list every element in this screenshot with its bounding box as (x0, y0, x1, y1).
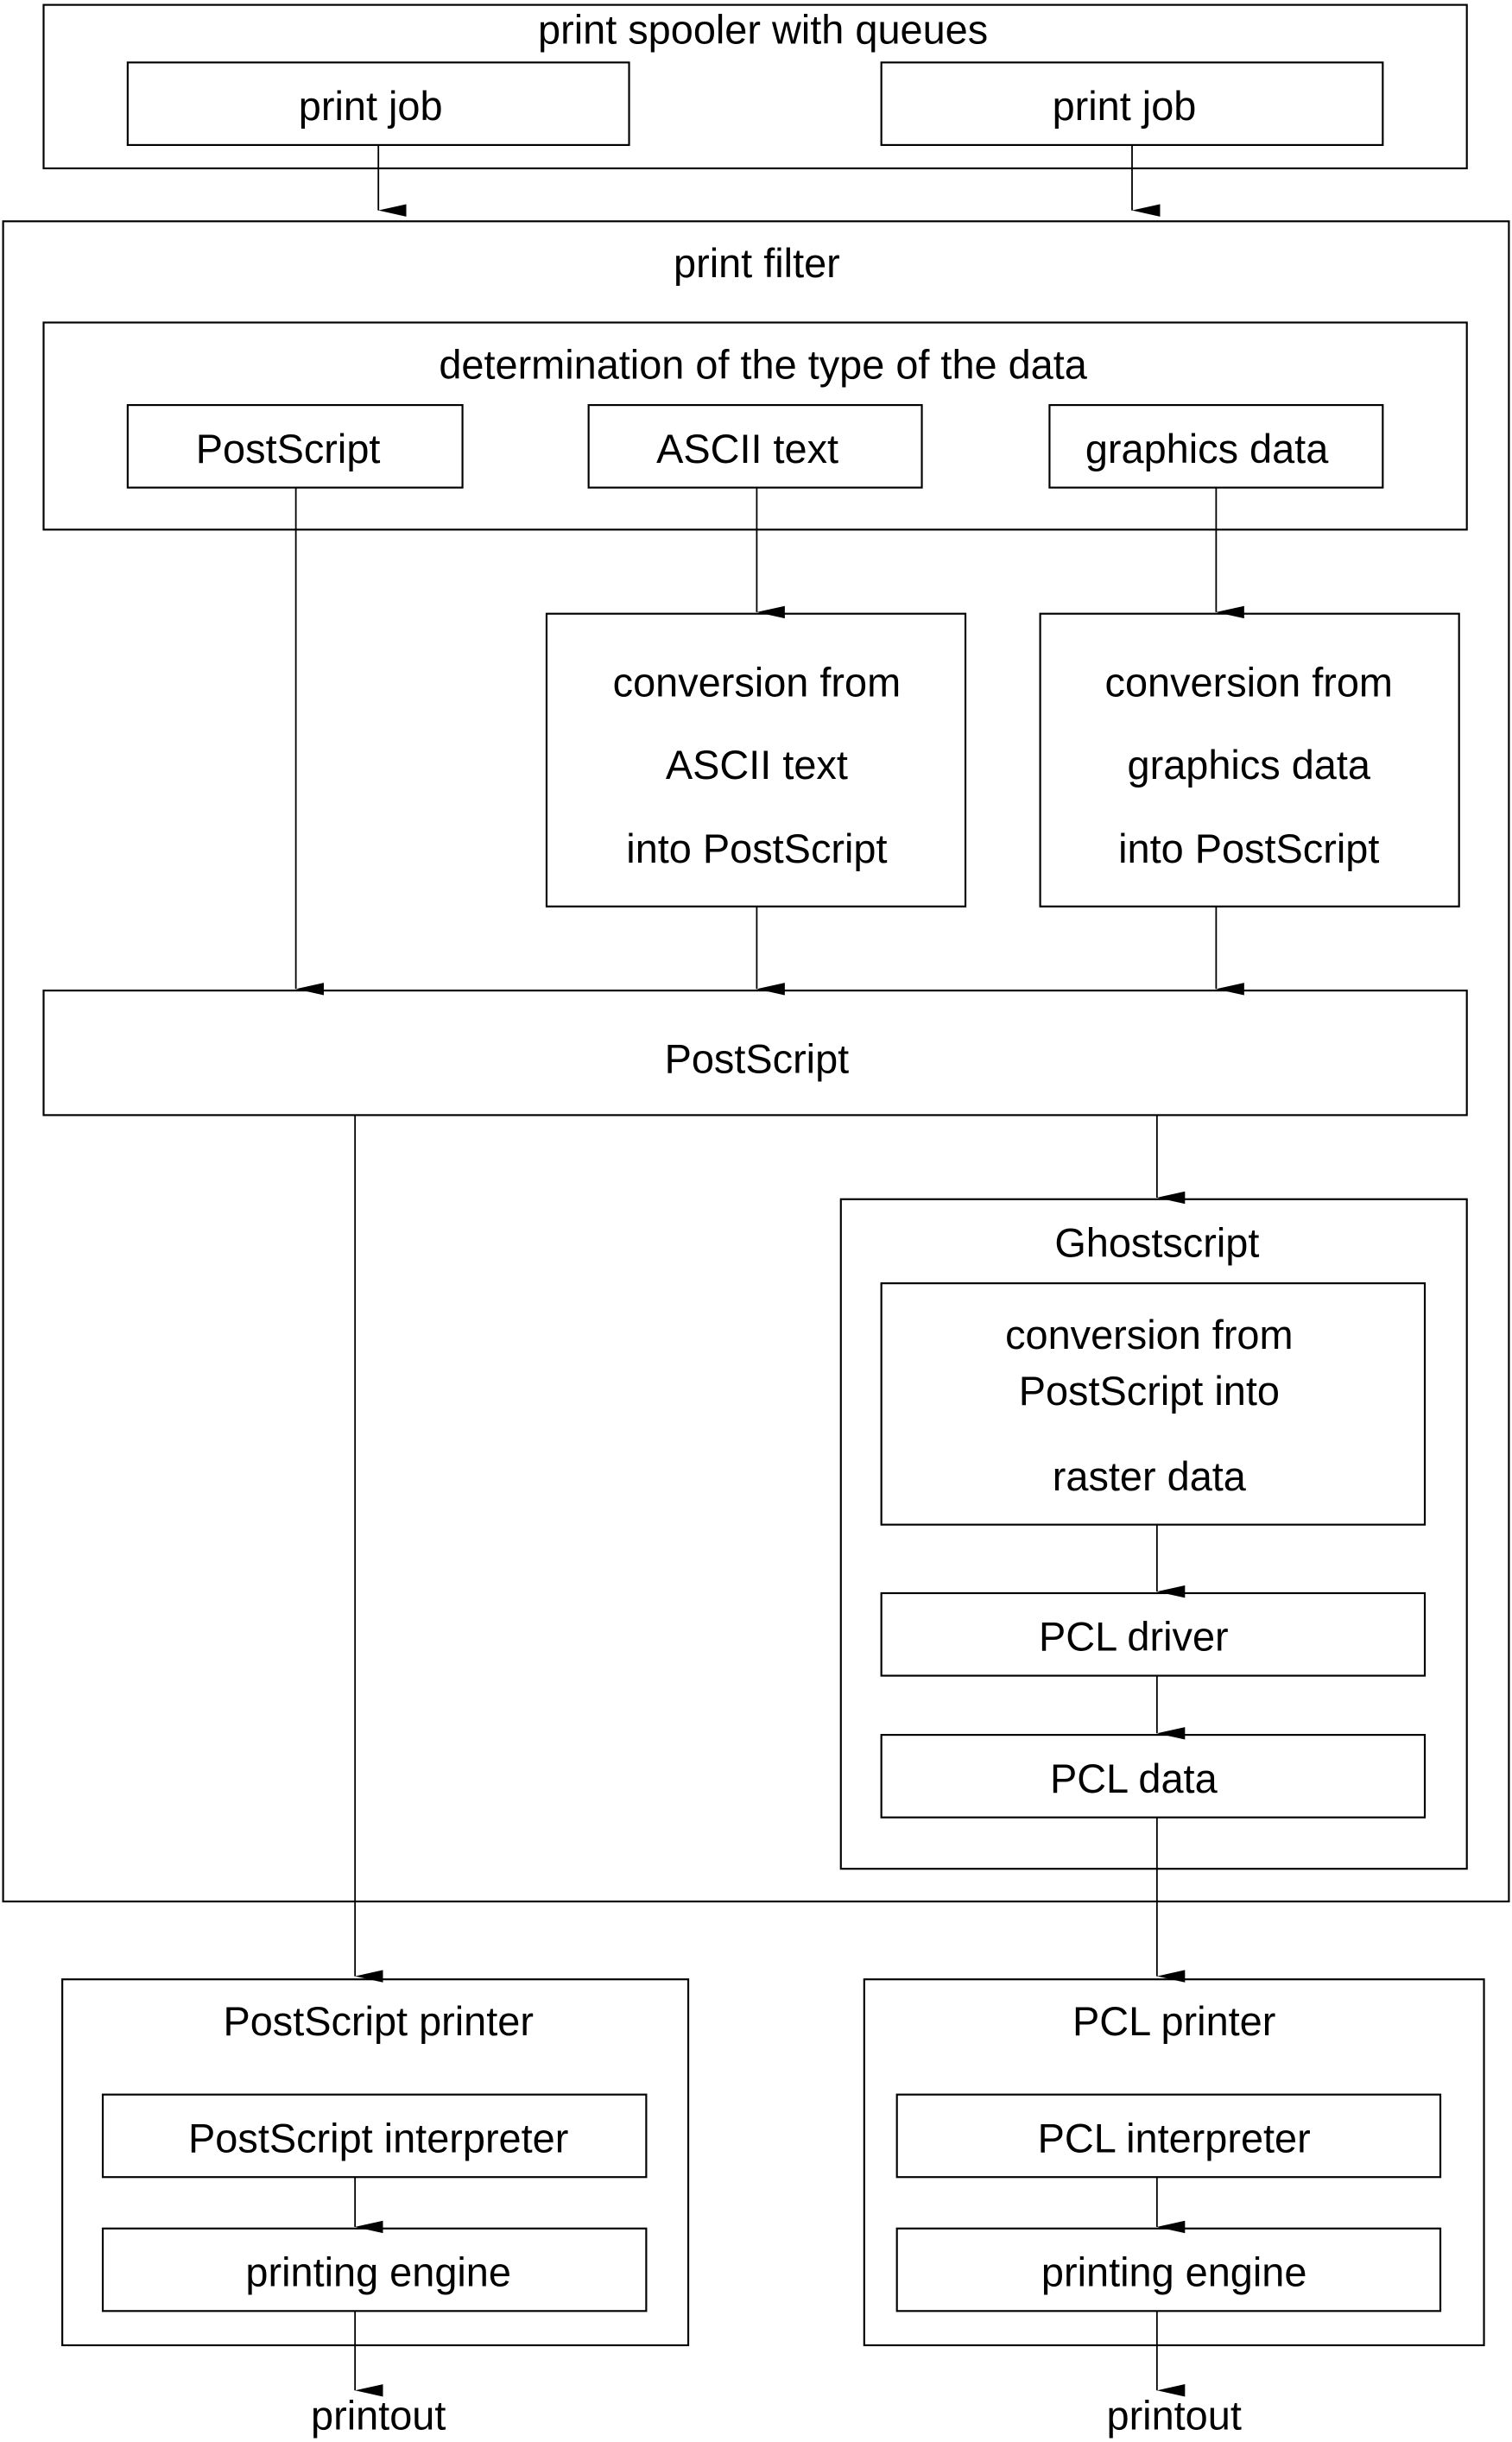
type-detection-title: determination of the type of the data (439, 342, 1087, 387)
graphics-conversion-line-1: conversion from (1105, 660, 1393, 705)
ascii-conversion-line-1: conversion from (613, 660, 901, 705)
postscript-printer: PostScript printer PostScript interprete… (61, 1978, 690, 2347)
graphics-conversion: conversion from graphics data into PostS… (1039, 612, 1460, 908)
spooler-title: print spooler with queues (538, 8, 988, 53)
postscript-stage: PostScript (42, 990, 1468, 1117)
type-detection: determination of the type of the data Po… (42, 321, 1468, 531)
filter-title: print filter (674, 241, 840, 286)
ghostscript-title: Ghostscript (1054, 1220, 1259, 1265)
print-job-2-label: print job (1053, 84, 1197, 129)
postscript-stage-label: PostScript (665, 1037, 850, 1082)
pcl-engine-label: printing engine (1041, 2249, 1307, 2294)
type-graphics-label: graphics data (1085, 427, 1329, 471)
type-postscript-label: PostScript (196, 427, 381, 471)
print-job-2: print job (880, 61, 1384, 147)
print-spooler: print spooler with queues print job prin… (42, 3, 1468, 170)
type-ascii-label: ASCII text (656, 427, 838, 471)
raster-conversion-line-3: raster data (1053, 1454, 1247, 1499)
ps-printout-label: printout (311, 2393, 446, 2438)
print-job-1-label: print job (299, 84, 443, 129)
print-job-1: print job (126, 61, 630, 147)
pcl-data-label: PCL data (1050, 1756, 1218, 1801)
raster-conversion-line-2: PostScript into (1019, 1369, 1280, 1414)
graphics-conversion-line-3: into PostScript (1118, 826, 1379, 871)
ghostscript: Ghostscript conversion from PostScript i… (839, 1198, 1468, 1870)
ps-engine-label: printing engine (245, 2249, 511, 2294)
ascii-conversion-line-2: ASCII text (666, 743, 848, 788)
print-filter: print filter determination of the type o… (2, 220, 1510, 1903)
print-pipeline-diagram: print spooler with queues print job prin… (2, 3, 1510, 2438)
pcl-driver-label: PCL driver (1039, 1615, 1229, 1660)
ascii-conversion: conversion from ASCII text into PostScri… (545, 612, 967, 908)
pcl-printer: PCL printer PCL interpreter printing eng… (863, 1978, 1485, 2347)
postscript-printer-title: PostScript printer (223, 1999, 534, 2044)
pcl-interpreter-label: PCL interpreter (1038, 2116, 1311, 2160)
ps-interpreter-label: PostScript interpreter (188, 2116, 568, 2160)
pcl-printout-label: printout (1107, 2393, 1242, 2438)
pcl-printer-title: PCL printer (1072, 1999, 1275, 2044)
raster-conversion-line-1: conversion from (1005, 1313, 1293, 1357)
ascii-conversion-line-3: into PostScript (626, 826, 887, 871)
graphics-conversion-line-2: graphics data (1128, 743, 1371, 788)
